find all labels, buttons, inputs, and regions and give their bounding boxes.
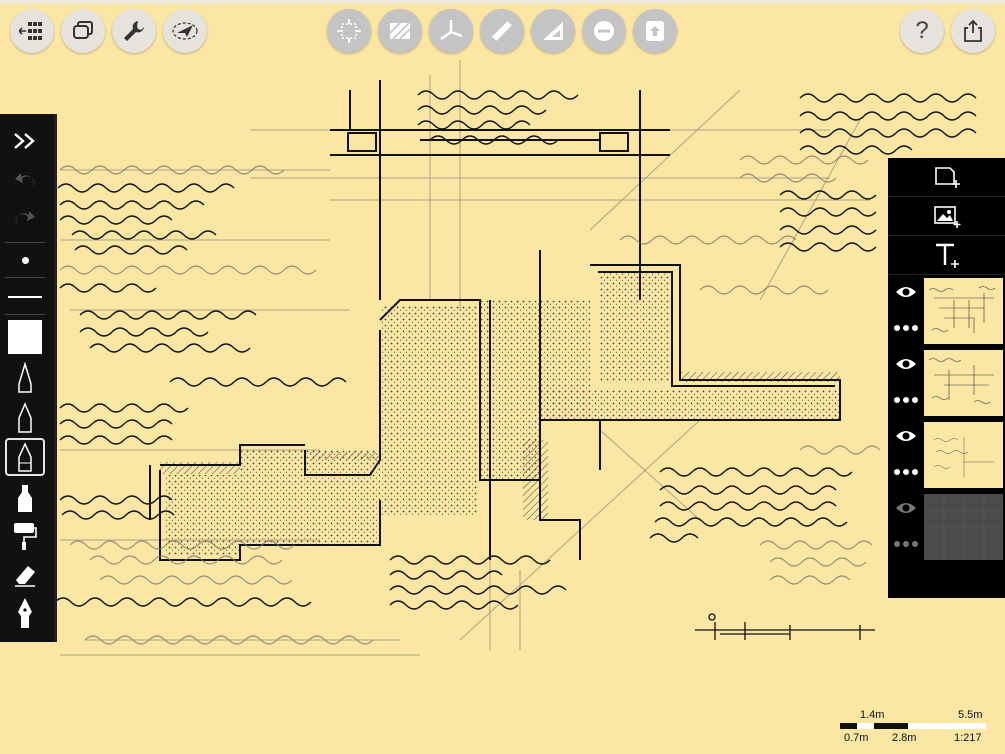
pencil-tool[interactable] [5,360,45,396]
brush-size-dot-icon [21,256,29,264]
undo-button[interactable] [5,166,45,196]
layer-row[interactable] [888,420,1005,492]
ellipse-guide-icon [594,21,614,41]
layer-thumbnail[interactable] [924,422,1003,488]
color-swatch [8,320,42,354]
more-icon[interactable] [893,324,919,332]
layer-thumbnail[interactable] [924,350,1003,416]
transform-button[interactable] [327,9,371,53]
layer-preview [933,437,994,477]
layer-controls [888,348,922,420]
eraser-icon [15,566,35,587]
layer-preview [928,358,994,404]
fine-pen-icon [18,402,32,433]
grid-back-icon [19,22,42,40]
settings-button[interactable] [112,9,156,53]
share-plane-button[interactable] [163,9,207,53]
image-icon [933,206,960,228]
scale-segment [857,723,874,729]
more-icon[interactable] [893,468,919,476]
layer-controls [888,420,922,492]
redo-icon [15,211,36,225]
layer-preview-grid [924,494,1003,560]
layer-row[interactable] [888,276,1005,348]
double-chevron-icon [14,133,35,149]
fountain-pen-icon [18,598,32,628]
color-button[interactable] [5,319,45,355]
eraser-tool[interactable] [5,556,45,592]
roller-tool[interactable] [5,518,45,554]
eye-icon[interactable] [895,284,917,300]
brush-size-button[interactable] [5,242,45,278]
line-weight-icon [8,296,42,298]
pen-tool[interactable] [5,438,45,476]
scale-ratio: 1:217 [954,732,982,744]
layer-controls [888,276,922,348]
layer-row[interactable] [888,348,1005,420]
layer-controls [888,492,922,564]
scale-bar: 1.4m 5.5m 0.7m 2.8m 1:217 [840,708,1000,754]
undo-icon [15,173,35,187]
import-icon [646,21,664,41]
top-edge [0,0,1005,6]
more-icon[interactable] [893,396,919,404]
ruler-button[interactable] [480,9,524,53]
triangle-button[interactable] [531,9,575,53]
triangle-icon [543,22,563,40]
layer-thumbnail[interactable] [924,494,1003,560]
eye-icon[interactable] [895,356,917,372]
new-layer-button[interactable] [888,158,1005,197]
fountain-pen-tool[interactable] [5,594,45,632]
help-button[interactable]: ? [900,9,944,53]
paper-plane-icon [172,22,198,40]
paint-roller-icon [14,523,37,550]
layer-thumbnail[interactable] [924,278,1003,344]
duplicate-icon [73,21,93,39]
marker-tool[interactable] [5,480,45,516]
ellipse-button[interactable] [582,9,626,53]
eye-icon[interactable] [895,428,917,444]
perspective-button[interactable] [429,9,473,53]
import-image-button[interactable] [888,197,1005,236]
scale-segment [908,723,986,729]
import-button[interactable] [633,9,677,53]
tool-palette [0,114,57,642]
add-text-button[interactable] [888,236,1005,275]
text-icon [935,243,959,268]
layer-preview [928,286,996,333]
gallery-button[interactable] [10,9,54,53]
scale-label: 0.7m [844,732,869,744]
pen-icon [18,442,32,472]
layer-row[interactable] [888,492,1005,564]
line-weight-button[interactable] [5,280,45,315]
scale-label: 1.4m [860,709,885,721]
layer-panel [888,158,1005,598]
expand-tools-button[interactable] [5,126,45,156]
pencil-icon [18,362,32,393]
scale-label: 5.5m [958,709,983,721]
scale-segment [840,723,857,729]
more-icon[interactable] [893,540,919,548]
redo-button[interactable] [5,204,45,234]
wrench-icon [124,21,144,41]
new-layer-icon [934,167,960,188]
ruler-icon [492,21,512,41]
fine-pen-tool[interactable] [5,400,45,436]
transform-icon [337,19,361,43]
eye-icon[interactable] [895,500,917,516]
marker-icon [18,485,32,512]
hatch-icon [389,22,411,40]
scale-segment [874,723,908,729]
drawing-canvas[interactable] [0,0,1005,754]
perspective-icon [440,20,463,40]
export-button[interactable] [951,9,995,53]
scale-label: 2.8m [892,732,917,744]
copy-button[interactable] [61,9,105,53]
question-icon: ? [915,17,929,44]
share-icon [964,19,982,42]
hatch-button[interactable] [378,9,422,53]
